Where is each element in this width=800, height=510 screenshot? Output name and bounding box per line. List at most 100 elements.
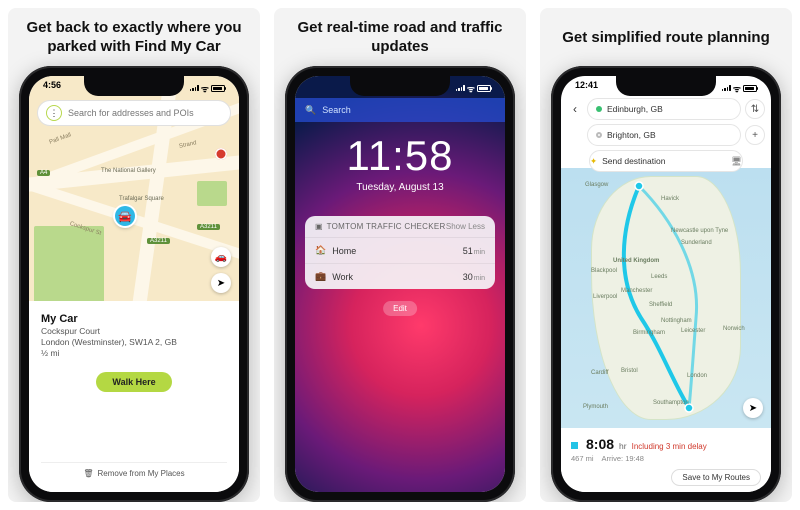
road-label: Strand [179,140,198,150]
dest-dot-icon [596,132,602,138]
city-label: Plymouth [583,404,608,410]
notch [350,76,450,96]
edit-widgets-button[interactable]: Edit [383,301,417,316]
city-label: Birmingham [633,330,665,336]
card-title: My Car [41,313,227,325]
trash-icon: 🗑 [83,469,93,478]
signal-icon [456,85,465,91]
city-label: Nottingham [661,318,692,324]
city-label: Newcastle upon Tyne [671,228,728,234]
panel-title: Get simplified route planning [562,18,770,58]
widget-row-unit: min [474,249,485,256]
search-icon: 🔍 [305,105,316,116]
city-label: Sunderland [681,240,712,246]
car-pin-icon[interactable]: 🚘 [115,206,135,226]
back-button[interactable]: ‹ [567,102,583,116]
city-label: Blackpool [591,268,617,274]
swap-icon: ⇅ [751,104,759,115]
remove-from-places-button[interactable]: 🗑 Remove from My Places [41,462,227,484]
phone-frame: 12:41 ᯤ ‹ Edinburgh, GB ⇅ [551,66,781,502]
phone-screen: 4:56 ᯤ ⋮ Pall Mall Strand [29,76,239,492]
widget-row-value: 30 [463,272,473,282]
origin-text: Edinburgh, GB [607,104,663,114]
lockscreen-time: 11:58 Tuesday, August 13 [295,132,505,193]
send-icon: ✦ [590,156,597,167]
panel-title: Get real-time road and traffic updates [280,18,520,58]
eta-duration: 8:08 [586,436,614,452]
city-label: Norwich [723,326,745,332]
no-entry-icon [215,148,227,160]
send-destination-button[interactable]: ✦ Send destination 🖥 [589,150,743,172]
park-area [197,181,227,206]
search-bar[interactable]: ⋮ [37,100,231,126]
eta-delay: Including 3 min delay [632,442,707,451]
status-indicators: ᯤ [456,80,491,96]
traffic-widget[interactable]: ▣ TOMTOM TRAFFIC CHECKER Show Less 🏠 Hom… [305,216,495,289]
battery-icon [477,85,491,92]
plus-icon: + [752,130,758,141]
widget-row-home[interactable]: 🏠 Home 51min [305,238,495,264]
origin-dot-icon [596,106,602,112]
widget-app-icon: ▣ [315,222,323,231]
add-stop-button[interactable]: + [745,125,765,145]
destination-field[interactable]: Brighton, GB [587,124,741,146]
notch [616,76,716,96]
city-label: Bristol [621,368,638,374]
route-summary-card: 8:08 hr Including 3 min delay 467 mi Arr… [561,428,771,492]
parking-card: My Car Cockspur Court London (Westminste… [29,301,239,492]
route-inputs: ‹ Edinburgh, GB ⇅ Brighton, GB + [567,98,765,172]
city-label: London [687,373,707,379]
send-destination-label: Send destination [602,156,665,166]
battery-icon [211,85,225,92]
status-time: 12:41 [575,80,598,96]
origin-field[interactable]: Edinburgh, GB [587,98,741,120]
swap-button[interactable]: ⇅ [745,99,765,119]
search-label: Search [322,105,351,115]
card-address-2: London (Westminster), SW1A 2, GB [41,337,227,347]
signal-icon [722,85,731,91]
poi-label: The National Gallery [101,168,156,174]
city-label: Leicester [681,328,705,334]
compass-button[interactable]: ➤ [211,273,231,293]
status-time: 4:56 [43,80,61,96]
park-area [34,226,104,301]
car-mode-button[interactable]: 🚗 [211,247,231,267]
save-to-routes-button[interactable]: Save to My Routes [671,469,761,486]
route-badge: A3211 [197,224,220,230]
eta-unit: hr [619,441,627,451]
country-label: United Kingdom [613,258,659,264]
widget-app-name: TOMTOM TRAFFIC CHECKER [327,222,446,231]
wifi-icon: ᯤ [733,82,741,95]
road-label: Pall Mall [49,132,72,145]
panel-find-my-car: Get back to exactly where you parked wit… [8,8,260,502]
widget-header: ▣ TOMTOM TRAFFIC CHECKER Show Less [305,216,495,238]
show-less-button[interactable]: Show Less [446,222,485,231]
panel-title: Get back to exactly where you parked wit… [14,18,254,58]
remove-label: Remove from My Places [98,469,185,478]
briefcase-icon: 💼 [315,271,326,282]
panel-traffic-updates: Get real-time road and traffic updates ᯤ… [274,8,526,502]
recenter-button[interactable]: ➤ [743,398,763,418]
spotlight-search[interactable]: 🔍 Search [295,98,505,122]
widget-row-work[interactable]: 💼 Work 30min [305,264,495,289]
date-text: Tuesday, August 13 [295,182,505,193]
notch [84,76,184,96]
destination-text: Brighton, GB [607,130,656,140]
route-marker-icon [571,442,578,449]
route-map[interactable]: Glasgow Havick Newcastle upon Tyne Sunde… [561,168,771,428]
phone-frame: 4:56 ᯤ ⋮ Pall Mall Strand [19,66,249,502]
city-label: Manchester [621,288,652,294]
menu-icon[interactable]: ⋮ [46,105,62,121]
clock-text: 11:58 [295,132,505,180]
eta-arrive: Arrive: 19:48 [601,454,644,463]
widget-row-label: Home [332,246,356,256]
walk-here-button[interactable]: Walk Here [96,372,171,392]
card-address-1: Cockspur Court [41,326,227,336]
widget-row-value: 51 [463,246,473,256]
search-input[interactable] [68,108,222,118]
route-badge: A4 [37,170,50,176]
device-icon: 🖥 [731,156,742,167]
phone-screen: 12:41 ᯤ ‹ Edinburgh, GB ⇅ [561,76,771,492]
home-icon: 🏠 [315,245,326,256]
panel-route-planning: Get simplified route planning 12:41 ᯤ ‹ … [540,8,792,502]
